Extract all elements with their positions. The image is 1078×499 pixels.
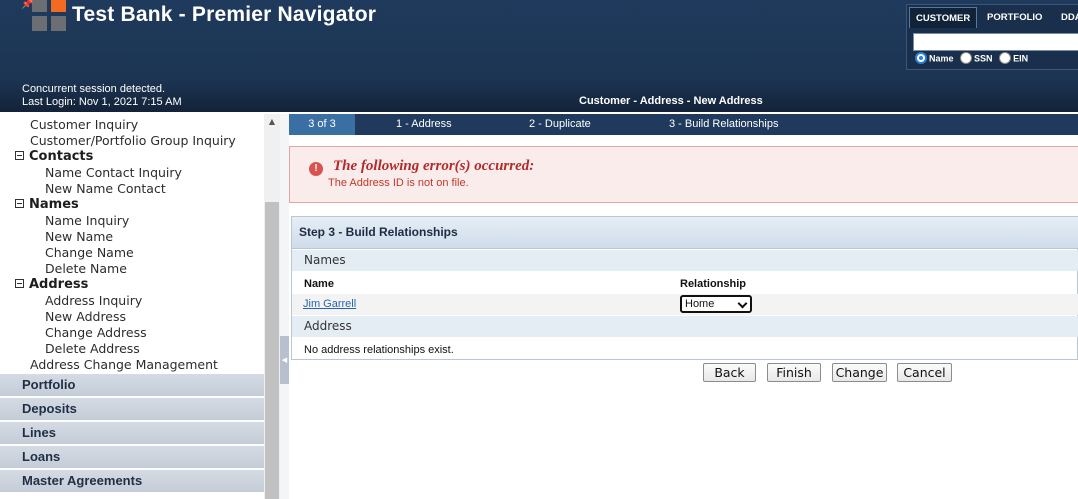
section-lines[interactable]: Lines: [0, 421, 264, 444]
scroll-thumb[interactable]: [265, 202, 279, 499]
nav-change-name[interactable]: Change Name: [45, 245, 134, 260]
relationship-select[interactable]: Home: [680, 295, 752, 313]
app-title: Test Bank - Premier Navigator: [72, 3, 377, 26]
section-deposits[interactable]: Deposits: [0, 397, 264, 420]
back-button[interactable]: Back: [703, 363, 756, 382]
nav-customer-portfolio-group-inquiry[interactable]: Customer/Portfolio Group Inquiry: [30, 133, 236, 148]
collapse-sidebar-icon[interactable]: ◀: [280, 336, 289, 384]
column-header-name: Name: [304, 278, 334, 290]
section-master-agreements[interactable]: Master Agreements: [0, 469, 264, 492]
table-row: Jim Garrell Home: [292, 294, 1078, 315]
panel-title: Step 3 - Build Relationships: [292, 217, 1078, 249]
page-heading: Customer - Address - New Address: [579, 95, 763, 107]
wizard-step-address[interactable]: 1 - Address: [396, 114, 452, 135]
error-icon: !: [309, 162, 323, 176]
cancel-button[interactable]: Cancel: [897, 363, 952, 382]
session-message: Concurrent session detected.: [22, 83, 166, 95]
sidebar: Customer Inquiry Customer/Portfolio Grou…: [0, 114, 264, 499]
address-section-header: Address: [292, 316, 1078, 337]
radio-name[interactable]: Name: [915, 52, 954, 65]
nav-group-names[interactable]: Names: [15, 197, 79, 212]
collapse-icon: [15, 151, 24, 160]
nav-delete-address[interactable]: Delete Address: [45, 341, 140, 356]
last-login: Last Login: Nov 1, 2021 7:15 AM: [22, 96, 182, 108]
finish-button[interactable]: Finish: [767, 363, 821, 382]
build-relationships-panel: Step 3 - Build Relationships Names Name …: [291, 216, 1078, 360]
change-button[interactable]: Change: [832, 363, 887, 382]
collapse-icon: [15, 279, 24, 288]
nav-change-address[interactable]: Change Address: [45, 325, 147, 340]
search-type-options: Name SSN EIN: [915, 52, 1032, 65]
address-empty-message: No address relationships exist.: [304, 344, 454, 356]
wizard-steps: 3 of 3 1 - Address 2 - Duplicate 3 - Bui…: [289, 114, 1078, 135]
error-message: The Address ID is not on file.: [328, 177, 469, 189]
nav-delete-name[interactable]: Delete Name: [45, 261, 127, 276]
section-loans[interactable]: Loans: [0, 445, 264, 468]
error-box: ! The following error(s) occurred: The A…: [289, 146, 1078, 203]
nav-group-contacts[interactable]: Contacts: [15, 149, 93, 164]
radio-unchecked-icon: [999, 52, 1012, 64]
nav-address-inquiry[interactable]: Address Inquiry: [45, 293, 142, 308]
wizard-step-build-relationships[interactable]: 3 - Build Relationships: [669, 114, 778, 135]
tab-customer[interactable]: CUSTOMER: [909, 7, 978, 28]
logo: [32, 0, 68, 34]
tab-portfolio[interactable]: PORTFOLIO: [981, 7, 1048, 28]
error-title: The following error(s) occurred:: [333, 158, 535, 174]
scroll-up-icon[interactable]: ▲: [264, 114, 280, 130]
nav-address-change-management[interactable]: Address Change Management: [30, 357, 218, 372]
nav-name-inquiry[interactable]: Name Inquiry: [45, 213, 129, 228]
chevron-down-icon: [737, 298, 748, 309]
radio-ein[interactable]: EIN: [999, 52, 1028, 65]
column-header-relationship: Relationship: [680, 278, 747, 290]
app-header: 📌 Test Bank - Premier Navigator Concurre…: [0, 0, 1078, 112]
name-link[interactable]: Jim Garrell: [303, 298, 356, 310]
pane-splitter[interactable]: ◀: [280, 114, 289, 499]
pin-icon[interactable]: 📌: [21, 0, 33, 10]
radio-ssn[interactable]: SSN: [960, 52, 993, 65]
nav-new-name-contact[interactable]: New Name Contact: [45, 181, 166, 196]
radio-unchecked-icon: [960, 52, 973, 64]
nav-name-contact-inquiry[interactable]: Name Contact Inquiry: [45, 165, 182, 180]
nav-customer-inquiry[interactable]: Customer Inquiry: [30, 117, 138, 132]
section-portfolio[interactable]: Portfolio: [0, 373, 264, 396]
relationship-select-value: Home: [685, 298, 715, 310]
search-input[interactable]: [913, 33, 1078, 51]
wizard-progress: 3 of 3: [289, 114, 355, 135]
wizard-step-duplicate[interactable]: 2 - Duplicate: [529, 114, 591, 135]
nav-group-address[interactable]: Address: [15, 277, 88, 292]
tab-dda[interactable]: DDA: [1055, 7, 1078, 28]
collapse-icon: [15, 199, 24, 208]
search-panel: CUSTOMER PORTFOLIO DDA Name SSN EIN: [906, 4, 1078, 70]
sidebar-scrollbar[interactable]: ▲: [264, 114, 280, 499]
nav-new-name[interactable]: New Name: [45, 229, 113, 244]
radio-checked-icon: [915, 52, 927, 64]
names-section-header: Names: [292, 250, 1078, 271]
nav-new-address[interactable]: New Address: [45, 309, 126, 324]
